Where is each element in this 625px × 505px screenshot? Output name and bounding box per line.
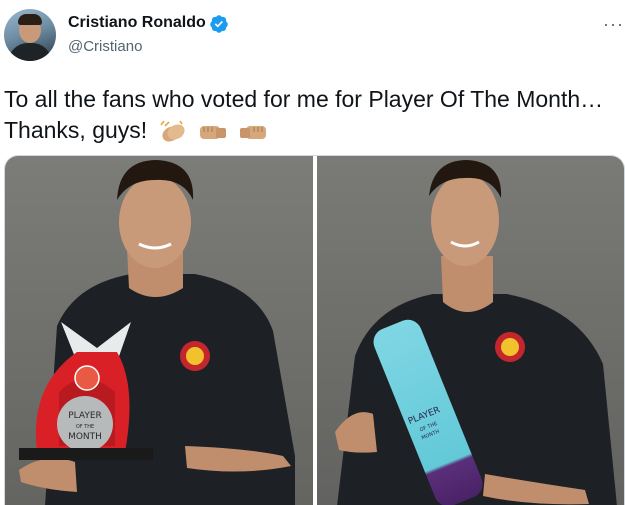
tweet-media[interactable]: PLAYER OF THE MONTH PLAYER OF THE MONTH	[4, 155, 625, 505]
more-options-icon[interactable]: ···	[603, 14, 624, 35]
tweet-text-body: To all the fans who voted for me for Pla…	[4, 86, 604, 143]
verified-badge-icon	[210, 15, 228, 33]
photo-left[interactable]: PLAYER OF THE MONTH	[5, 156, 313, 505]
clapping-hands-icon	[159, 120, 185, 142]
trophy-label-line1: PLAYER	[68, 411, 102, 421]
trophy-label-line3: MONTH	[68, 432, 102, 442]
photo-right[interactable]: PLAYER OF THE MONTH	[317, 156, 625, 505]
avatar[interactable]	[4, 9, 56, 61]
left-facing-fist-icon	[199, 125, 226, 139]
right-facing-fist-icon	[240, 125, 267, 139]
trophy-label-line2: OF THE	[76, 424, 94, 430]
author-handle[interactable]: @Cristiano	[68, 38, 142, 55]
author-name[interactable]: Cristiano Ronaldo	[68, 14, 206, 32]
tweet-text: To all the fans who voted for me for Pla…	[4, 84, 604, 146]
